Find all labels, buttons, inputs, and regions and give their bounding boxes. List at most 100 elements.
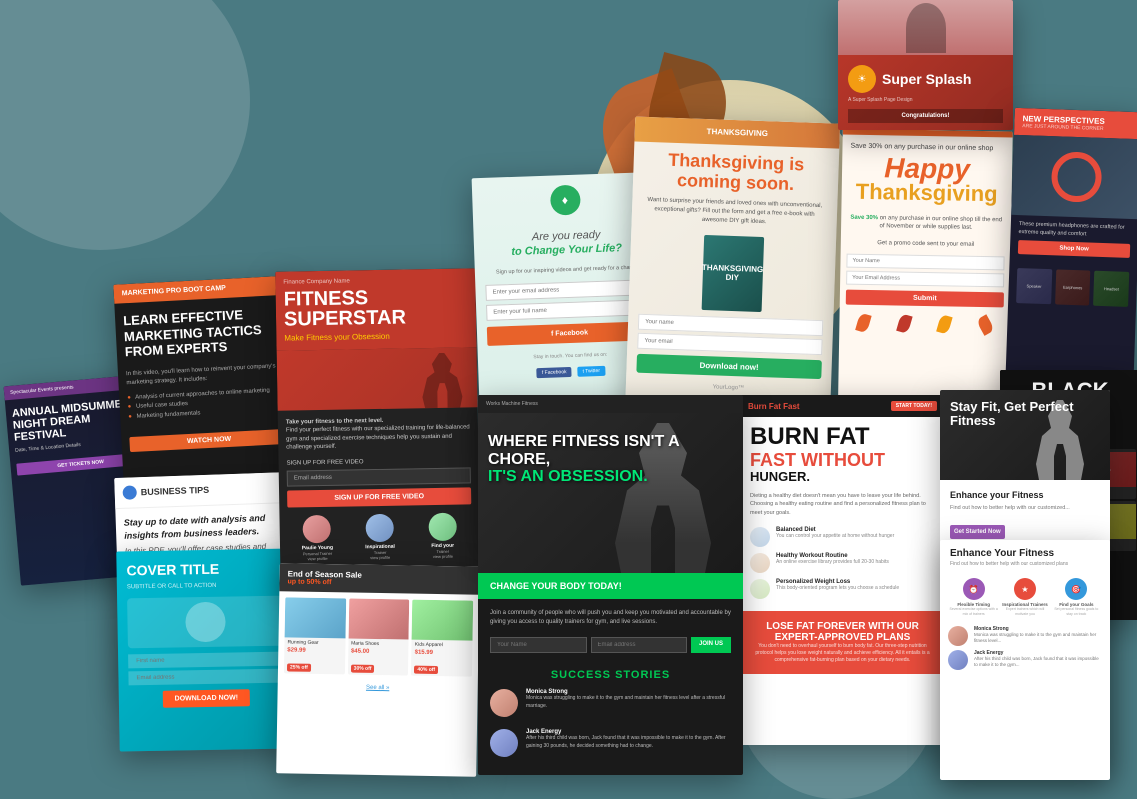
burn-fat-lose-sub: You don't need to overhaul yourself to b…	[750, 643, 935, 664]
fitness-email-input[interactable]: Email address	[287, 467, 471, 486]
change-logo-area: ♦	[472, 172, 659, 228]
feature-desc-2: An online exercise library provides full…	[776, 559, 889, 566]
new-persp-text: These premium headphones are crafted for…	[1018, 221, 1130, 240]
np-product-1[interactable]: Speaker	[1016, 268, 1052, 304]
sale-item-1[interactable]: Running Gear $29.99 25% off	[284, 597, 346, 674]
enhance-test-desc-1: Monica was struggling to make it to the …	[974, 632, 1102, 645]
stay-fit-btn[interactable]: Get Started Now	[950, 525, 1005, 539]
burn-fat-desc: Dieting a healthy diet doesn't mean you …	[740, 492, 945, 523]
enhance-headline: Enhance Your Fitness	[950, 548, 1100, 559]
ht-promo-text: Save 30% on any purchase in our online s…	[841, 209, 1012, 254]
chore-test-text-2: Jack Energy After his third child was bo…	[526, 729, 731, 757]
fitness-body-text: Find your perfect fitness with our speci…	[286, 425, 470, 451]
enhance-icon-circle-2: ★	[1014, 578, 1036, 600]
change-name-input[interactable]	[486, 299, 651, 321]
feature-icon-3	[750, 579, 770, 599]
enhance-avatar-1	[948, 626, 968, 646]
cover-input-email[interactable]	[128, 669, 283, 686]
enhance-icon-text-2: Expert trainers which will motivate you	[999, 607, 1050, 616]
card-fitness-chore: Works Machine Fitness WHERE FITNESS ISN'…	[478, 395, 743, 775]
enhance-testimonials: Monica Strong Monica was struggling to m…	[940, 622, 1110, 678]
chore-test-desc-1: Monica was struggling to make it to the …	[526, 695, 731, 710]
bullet-icon: ●	[128, 414, 132, 420]
ht-code-text: Get a promo code sent to your email	[877, 240, 974, 248]
testimonial-link-3[interactable]: view profile	[414, 553, 473, 559]
sale-header: End of Season Sale up to 50% off	[279, 563, 479, 594]
fitness-chore-text-overlay: WHERE FITNESS ISN'T A CHORE, IT'S AN OBS…	[488, 433, 743, 486]
testimonial-link-1[interactable]: view profile	[288, 555, 347, 561]
feature-text-2: Healthy Workout Routine An online exerci…	[776, 553, 889, 566]
enhance-icon-1: ⏰ Flexible Timing Several exercise optio…	[948, 578, 999, 616]
new-persp-btn[interactable]: Shop Now	[1018, 240, 1130, 258]
change-logo-icon: ♦	[562, 193, 569, 207]
ht-leaf-2	[896, 314, 912, 335]
marketing-headline: LEARN EFFECTIVE MARKETING TACTICS FROM E…	[114, 295, 292, 371]
ht-submit-btn[interactable]: Submit	[846, 290, 1004, 308]
ht-title: Save 30% on any purchase in our online s…	[850, 143, 1004, 153]
thanksgiving-title: Thanksgiving is coming soon.	[633, 141, 840, 198]
change-twitter-btn[interactable]: t Twitter	[577, 366, 605, 377]
cover-title: COVER TITLE	[116, 548, 292, 582]
collage-container: Spectacular Events presents Annual Midsu…	[0, 0, 1137, 769]
sale-item-price-3: $15.99	[412, 650, 473, 659]
ht-thanksgiving: Thanksgiving	[850, 182, 1004, 204]
sale-item-price-2: $45.00	[348, 648, 409, 657]
sale-badge-3: 40% off	[414, 666, 438, 674]
business-headline: Stay up to date with analysis and insigh…	[124, 511, 284, 542]
sale-item-image-1	[285, 597, 346, 638]
fitness-title: FITNESS SUPERSTAR	[284, 286, 469, 329]
ht-email-input[interactable]	[846, 271, 1004, 288]
burn-fat-logo: Burn Fat Fast	[748, 402, 800, 411]
sale-see-all-link[interactable]: See all »	[278, 679, 478, 696]
enhance-icon-3: 🎯 Find your Goals Set personal fitness g…	[1051, 578, 1102, 616]
fitness-header: Finance Company Name FITNESS SUPERSTAR M…	[275, 268, 476, 350]
testimonial-link-2[interactable]: view profile	[351, 554, 410, 560]
fitness-chore-join-btn[interactable]: JOIN US	[691, 637, 731, 653]
change-headline-1: Are you ready	[532, 229, 601, 243]
fitness-chore-success: SUCCESS STORIES	[478, 661, 743, 683]
fitness-chore-name-input[interactable]	[490, 637, 587, 653]
fitness-chore-headline-2: IT'S AN OBSESSION.	[488, 468, 743, 486]
fitness-chore-hero: WHERE FITNESS ISN'T A CHORE, IT'S AN OBS…	[478, 413, 743, 573]
marketing-cta[interactable]: WATCH NOW	[129, 428, 289, 451]
fitness-chore-cta-bar: CHANGE YOUR BODY TODAY!	[478, 573, 743, 599]
fitness-chore-email-input[interactable]	[591, 637, 688, 653]
super-splash-icon: ☀	[858, 74, 867, 85]
ht-body: Save 30% on any purchase in our online s…	[841, 135, 1012, 213]
enhance-icon-2: ★ Inspirational Trainers Expert trainers…	[999, 578, 1050, 616]
chore-avatar-2	[490, 729, 518, 757]
chore-test-desc-2: After his third child was born, Jack fou…	[526, 735, 731, 750]
sale-badge-1: 25% off	[287, 663, 311, 671]
cover-download-btn[interactable]: Download now!	[163, 690, 251, 709]
fitness-chore-inputs: JOIN US	[478, 637, 743, 661]
super-splash-photo	[838, 0, 1013, 55]
burn-fat-start-btn[interactable]: START TODAY!	[891, 401, 937, 411]
np-product-2[interactable]: Earphones	[1055, 270, 1091, 306]
np-product-3[interactable]: Headset	[1093, 271, 1129, 307]
thanksgiving-download-btn[interactable]: Download now!	[636, 353, 822, 378]
enhance-avatar-2	[948, 650, 968, 670]
stay-fit-text: Find out how to better help with our cus…	[950, 504, 1100, 512]
thanksgiving-email-input[interactable]	[637, 332, 822, 354]
card-sale: End of Season Sale up to 50% off Running…	[276, 563, 480, 776]
burn-fat-header: Burn Fat Fast START TODAY!	[740, 395, 945, 417]
change-email-input[interactable]	[485, 279, 650, 301]
sale-item-2[interactable]: Maria Shoes $45.00 30% off	[348, 598, 410, 675]
new-persp-sub: are just around the corner	[1022, 123, 1134, 133]
burn-fat-title-3: HUNGER.	[740, 469, 945, 492]
enhance-icon-circle-1: ⏰	[963, 578, 985, 600]
burn-fat-features: Balanced Diet You can control your appet…	[740, 523, 945, 603]
fitness-body-headline: Take your fitness to the next level.	[286, 418, 384, 426]
sale-item-3[interactable]: Kids Apparel $15.99 40% off	[411, 600, 473, 677]
ht-name-input[interactable]	[846, 254, 1004, 271]
fitness-body: Take your fitness to the next level. Fin…	[278, 407, 479, 460]
cover-input-name[interactable]	[128, 652, 283, 669]
fitness-chore-header: Works Machine Fitness	[478, 395, 743, 413]
ht-decorations	[839, 310, 1009, 339]
super-splash-body: We're glad to have you with us! This pag…	[838, 129, 1013, 130]
feature-desc-1: You can control your appetite at home wi…	[776, 533, 894, 540]
business-icon	[122, 485, 136, 499]
change-facebook-btn[interactable]: f Facebook	[537, 367, 572, 378]
cover-icon	[185, 602, 226, 643]
enhance-top: Enhance Your Fitness Find out how to bet…	[940, 540, 1110, 572]
